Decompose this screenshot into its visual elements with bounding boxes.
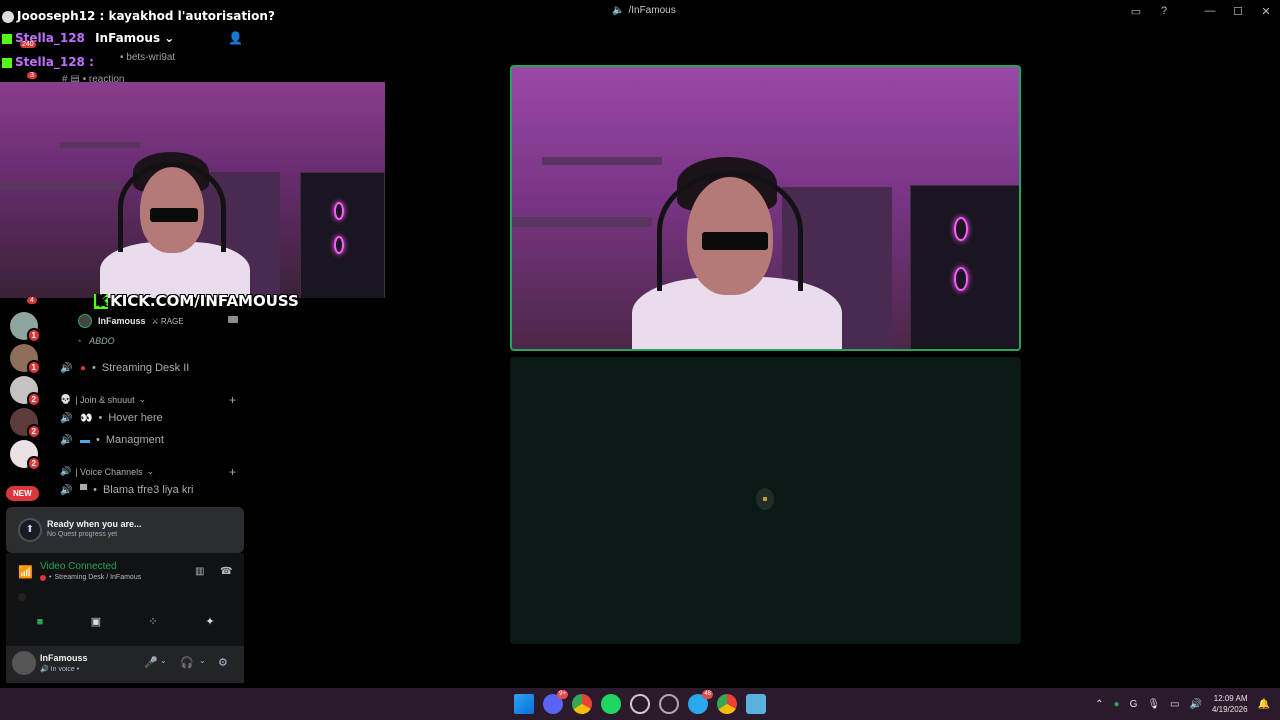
speaker-icon: 🔈 [612, 5, 625, 16]
server-icon[interactable]: 2 [10, 376, 41, 407]
channel-bets[interactable]: • bets-wri9at [120, 52, 175, 63]
telegram-icon[interactable]: 48 [688, 690, 713, 714]
kick-logo-icon: K [94, 293, 109, 309]
bed-icon: ▀ [80, 484, 88, 496]
webcam-overlay [0, 82, 385, 298]
chrome-profile-icon[interactable] [717, 694, 737, 714]
spotify-icon[interactable] [601, 694, 621, 714]
minimize-button[interactable]: — [1196, 5, 1224, 17]
stage-video-tile[interactable] [510, 65, 1021, 351]
chevron-down-icon[interactable]: ⌄ [160, 31, 174, 45]
laptop-icon: ▬ [80, 434, 90, 446]
speaker-icon: 🔊 [60, 434, 73, 446]
voice-channel-streaming-desk[interactable]: 🔊 ● • Streaming Desk II [60, 362, 189, 374]
camera-button[interactable]: ■ [33, 615, 47, 629]
skull-icon: 💀 [60, 394, 72, 404]
user-panel: InFamouss 🔊 In voice • 🎤 ⌄ 🎧 ⌄ ⚙ [6, 646, 244, 683]
add-channel-button[interactable]: + [229, 465, 236, 479]
stage-scene [512, 67, 1019, 349]
volume-icon[interactable]: 🔊 [1190, 699, 1202, 710]
category-voice-channels[interactable]: 🔊 | Voice Channels ⌄ [60, 466, 154, 477]
headphones-icon[interactable]: 🎧 [180, 656, 194, 669]
quest-icon: ⬆ [18, 518, 42, 542]
window-title: 🔈 /InFamous [612, 5, 676, 16]
server-icon[interactable]: 1 [10, 344, 41, 375]
chevron-down-icon[interactable]: ⌄ [160, 656, 167, 665]
voice-connection-panel: 📶 Video Connected • Streaming Desk / InFa… [6, 553, 244, 646]
notification-icon[interactable]: 🔔 [1258, 699, 1270, 710]
voice-channel-hover[interactable]: 🔊 👀 • Hover here [60, 412, 163, 424]
taskbar-apps: 9+ 48 [514, 690, 766, 714]
system-tray: ⌃ ● G 🎙 ▭ 🔊 12:09 AM 4/19/2026 🔔 [1095, 688, 1280, 720]
chevron-down-icon: ⌄ [138, 394, 147, 404]
server-name[interactable]: InFamous [95, 31, 160, 45]
server-badge: 3 [27, 72, 37, 79]
signal-icon[interactable]: 📶 [18, 565, 33, 579]
kick-banner: K KICK.COM/INFAMOUSS [94, 292, 299, 310]
screen-share-button[interactable]: ▣ [89, 615, 103, 629]
camera-icon [228, 316, 238, 323]
category-join[interactable]: 💀 | Join & shuuut ⌄ [60, 394, 146, 405]
server-icon[interactable]: 2 [10, 440, 41, 471]
status-dot-icon[interactable]: ● [1114, 699, 1120, 710]
maximize-button[interactable]: ☐ [1224, 5, 1252, 18]
speaker-icon: 🔊 [60, 412, 73, 424]
close-button[interactable]: ✕ [1252, 5, 1280, 18]
stage-empty-tile[interactable] [510, 357, 1021, 644]
server-badge: 4 [27, 297, 37, 304]
avatar [756, 488, 774, 510]
red-dot-icon: ● [80, 362, 87, 374]
window-controls: ▭ ? — ☐ ✕ [1122, 0, 1280, 22]
remote-desktop-icon[interactable] [746, 694, 766, 714]
discord-icon[interactable]: 9+ [543, 690, 568, 714]
activities-button[interactable]: ⁘ [146, 615, 160, 629]
inbox-icon[interactable]: ▭ [1122, 5, 1150, 18]
server-badge: 240 [20, 41, 36, 48]
quest-panel[interactable]: ⬆ Ready when you are... No Quest progres… [6, 507, 244, 553]
speaker-icon: 🔊 [60, 362, 73, 374]
webcam-scene [0, 82, 385, 298]
avatar [78, 314, 92, 328]
speaker-icon: 🔊 [60, 466, 72, 476]
clock[interactable]: 12:09 AM 4/19/2026 [1212, 693, 1248, 715]
eyes-icon: 👀 [80, 412, 93, 424]
kick-icon [2, 57, 12, 68]
chat-message: Joooseph12 : kayakhod l'autorisation? [2, 9, 275, 23]
soundboard-button[interactable]: ✦ [203, 615, 217, 629]
user-status: 🔊 In voice • [40, 666, 80, 673]
user-tag: ⚔ RAGE [151, 316, 184, 326]
new-badge: NEW [6, 486, 39, 501]
windows-start-icon[interactable] [514, 694, 534, 714]
disconnect-icon[interactable]: ☎ [220, 566, 232, 577]
chevron-up-icon[interactable]: ⌃ [1095, 699, 1103, 710]
chevron-down-icon[interactable]: ⌄ [199, 656, 206, 665]
gear-icon[interactable]: ⚙ [218, 656, 228, 669]
voice-channel-managment[interactable]: 🔊 ▬ • Managment [60, 434, 164, 446]
voice-location[interactable]: • Streaming Desk / InFamous [40, 574, 141, 581]
invite-icon[interactable]: 👤 [228, 31, 243, 45]
noise-suppression-icon[interactable]: ▥ [195, 566, 204, 577]
microphone-icon[interactable]: 🎙 [1147, 699, 1160, 710]
microphone-icon[interactable]: 🎤 [144, 656, 158, 669]
kick-icon [2, 33, 12, 44]
chat-avatar [2, 10, 14, 23]
tray-app-icon[interactable]: G [1130, 699, 1138, 710]
chrome-icon[interactable] [572, 694, 592, 714]
server-icon[interactable]: 1 [10, 312, 41, 343]
voice-user[interactable]: • ABDO [78, 336, 115, 346]
taskbar: 9+ 48 ⌃ ● G 🎙 ▭ 🔊 12:09 AM 4/19/2026 🔔 [0, 688, 1280, 720]
obs-icon[interactable] [630, 694, 650, 714]
voice-channel-blama[interactable]: 🔊 ▀ • Blama tfre3 liya kri [60, 484, 193, 496]
add-channel-button[interactable]: + [229, 393, 236, 407]
voice-status: Video Connected [40, 561, 117, 572]
chat-message: Stella_128 : [2, 55, 94, 69]
avatar[interactable] [12, 651, 36, 675]
help-icon[interactable]: ? [1150, 5, 1178, 17]
app-icon[interactable] [659, 694, 679, 714]
voice-user[interactable]: InFamouss ⚔ RAGE [78, 314, 184, 328]
network-icon[interactable]: ▭ [1170, 699, 1179, 710]
speaker-icon: 🔊 [60, 484, 73, 496]
server-icon[interactable]: 2 [10, 408, 41, 439]
chevron-down-icon: ⌄ [146, 466, 155, 476]
